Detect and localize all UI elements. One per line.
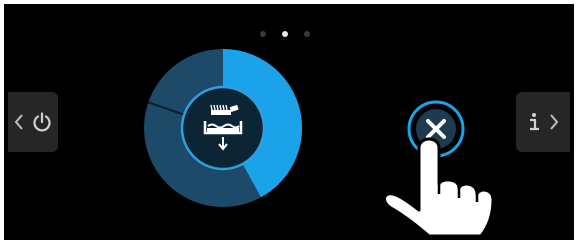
chevron-right-icon: [550, 114, 559, 130]
page-dot-1[interactable]: [260, 31, 266, 37]
power-tab[interactable]: [8, 92, 58, 152]
pointing-hand-icon: [383, 137, 495, 238]
power-icon: [33, 112, 51, 132]
info-tab[interactable]: [516, 92, 570, 152]
program-progress-ring: [144, 49, 302, 207]
page-dot-2-active[interactable]: [282, 31, 288, 37]
page-indicator: [258, 31, 318, 39]
page-dot-3[interactable]: [304, 31, 310, 37]
chevron-left-icon: [14, 114, 23, 130]
info-icon: [530, 113, 539, 131]
appliance-display: [4, 4, 574, 240]
